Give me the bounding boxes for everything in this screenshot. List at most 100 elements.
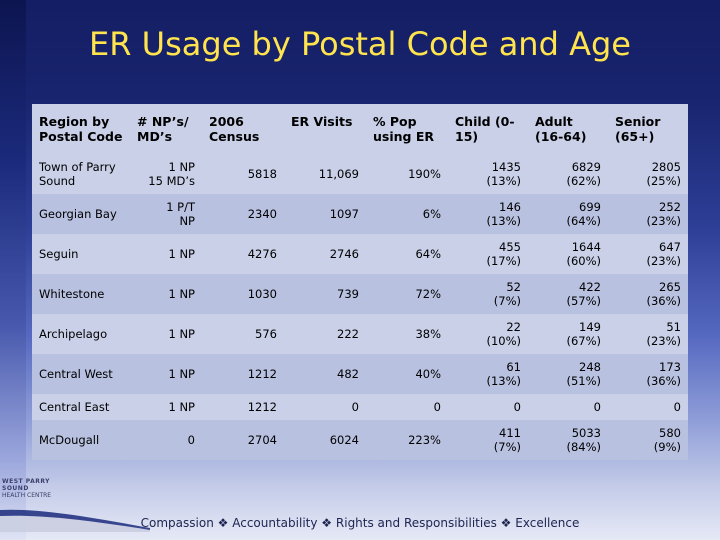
senior-pct: (23%)	[646, 334, 681, 348]
cell-er-visits: 482	[337, 367, 359, 381]
cell-senior: 2805 (25%)	[608, 154, 688, 194]
child-count: 455	[499, 240, 521, 254]
cell-np-md: 1 NP	[130, 394, 202, 420]
senior-count: 2805	[651, 160, 681, 174]
column-header-er-visits: ER Visits	[291, 114, 353, 129]
senior-count: 265	[659, 280, 681, 294]
table-row: McDougall 0 2704 6024 223% 411 (7%) 5033…	[32, 420, 688, 460]
cell-senior: 580 (9%)	[608, 420, 688, 460]
np-md-line1: 1 NP	[168, 327, 195, 341]
cell-adult: 6829 (62%)	[528, 154, 608, 194]
cell-census: 2340	[247, 207, 277, 221]
cell-region: Whitestone	[39, 287, 105, 301]
column-header-senior: Senior (65+)	[615, 114, 661, 144]
footer-value-2: Accountability	[232, 516, 318, 530]
cell-pct-pop: 190%	[408, 167, 441, 181]
adult-count: 149	[579, 320, 601, 334]
cell-pct-pop: 223%	[408, 433, 441, 447]
child-count: 61	[506, 360, 521, 374]
cell-np-md: 1 NP	[130, 274, 202, 314]
cell-census: 1212	[247, 367, 277, 381]
adult-pct: (51%)	[566, 374, 601, 388]
child-count: 1435	[491, 160, 521, 174]
cell-pct-pop: 64%	[415, 247, 441, 261]
cell-child: 52 (7%)	[448, 274, 528, 314]
cell-adult: 5033 (84%)	[528, 420, 608, 460]
page-title: ER Usage by Postal Code and Age	[89, 25, 631, 63]
cell-region: Archipelago	[39, 327, 108, 341]
adult-count: 1644	[571, 240, 601, 254]
child-pct: (10%)	[486, 334, 521, 348]
np-md-line1: 1 NP	[168, 287, 195, 301]
cell-np-md: 0	[130, 420, 202, 460]
np-md-line2: NP	[179, 214, 195, 228]
column-header-pct-pop: % Pop using ER	[373, 114, 434, 144]
table-row: Whitestone 1 NP 1030 739 72% 52 (7%) 422…	[32, 274, 688, 314]
cell-senior: 252 (23%)	[608, 194, 688, 234]
cell-er-visits: 11,069	[318, 167, 359, 181]
cell-census: 2704	[247, 433, 277, 447]
footer-diamond-icon-3: ❖	[500, 516, 512, 530]
cell-er-visits: 2746	[329, 247, 359, 261]
cell-np-md: 1 NP 15 MD’s	[130, 154, 202, 194]
adult-count: 6829	[571, 160, 601, 174]
cell-census: 576	[255, 327, 277, 341]
cell-pct-pop: 40%	[415, 367, 441, 381]
cell-senior: 0	[673, 400, 681, 414]
senior-pct: (23%)	[646, 254, 681, 268]
child-pct: (7%)	[493, 294, 521, 308]
cell-senior: 173 (36%)	[608, 354, 688, 394]
cell-child: 61 (13%)	[448, 354, 528, 394]
column-header-census: 2006 Census	[209, 114, 260, 144]
adult-pct: (62%)	[566, 174, 601, 188]
child-pct: (13%)	[486, 374, 521, 388]
adult-pct: (60%)	[566, 254, 601, 268]
child-count: 411	[499, 426, 521, 440]
senior-pct: (36%)	[646, 374, 681, 388]
senior-count: 173	[659, 360, 681, 374]
child-pct: (17%)	[486, 254, 521, 268]
cell-child: 0	[513, 400, 521, 414]
child-pct: (7%)	[493, 440, 521, 454]
adult-pct: (64%)	[566, 214, 601, 228]
cell-pct-pop: 72%	[415, 287, 441, 301]
senior-pct: (25%)	[646, 174, 681, 188]
footer-value-3: Rights and Responsibilities	[335, 516, 497, 530]
cell-adult: 699 (64%)	[528, 194, 608, 234]
child-count: 22	[506, 320, 521, 334]
cell-region: Seguin	[39, 247, 79, 261]
cell-child: 146 (13%)	[448, 194, 528, 234]
cell-np-md: 1 NP	[130, 314, 202, 354]
er-usage-table-wrapper: Region by Postal Code # NP’s/ MD’s 2006 …	[32, 104, 688, 460]
child-count: 146	[499, 200, 521, 214]
cell-region: Town of Parry Sound	[39, 160, 116, 188]
footer-diamond-icon-2: ❖	[321, 516, 333, 530]
table-row: Central West 1 NP 1212 482 40% 61 (13%) …	[32, 354, 688, 394]
adult-count: 422	[579, 280, 601, 294]
slide: ER Usage by Postal Code and Age Region b…	[0, 0, 720, 540]
cell-senior: 51 (23%)	[608, 314, 688, 354]
cell-er-visits: 0	[351, 400, 359, 414]
cell-pct-pop: 6%	[422, 207, 441, 221]
cell-adult: 149 (67%)	[528, 314, 608, 354]
cell-adult: 0	[593, 400, 601, 414]
cell-child: 455 (17%)	[448, 234, 528, 274]
senior-pct: (23%)	[646, 214, 681, 228]
footer-value-1: Compassion	[140, 516, 214, 530]
column-header-region: Region by Postal Code	[39, 114, 123, 144]
cell-senior: 647 (23%)	[608, 234, 688, 274]
np-md-line1: 1 NP	[168, 247, 195, 261]
cell-pct-pop: 0	[433, 400, 441, 414]
cell-adult: 1644 (60%)	[528, 234, 608, 274]
logo-line-2: HEALTH CENTRE	[2, 492, 52, 499]
footer-values: Compassion ❖ Accountability ❖ Rights and…	[0, 516, 720, 530]
cell-er-visits: 739	[337, 287, 359, 301]
left-decorative-bar	[0, 0, 26, 540]
table-header-row: Region by Postal Code # NP’s/ MD’s 2006 …	[32, 104, 688, 154]
senior-pct: (9%)	[653, 440, 681, 454]
table-row: Georgian Bay 1 P/T NP 2340 1097 6% 146 (…	[32, 194, 688, 234]
cell-census: 1212	[247, 400, 277, 414]
cell-np-md: 1 NP	[130, 234, 202, 274]
child-count: 52	[506, 280, 521, 294]
column-header-child: Child (0-15)	[455, 114, 515, 144]
